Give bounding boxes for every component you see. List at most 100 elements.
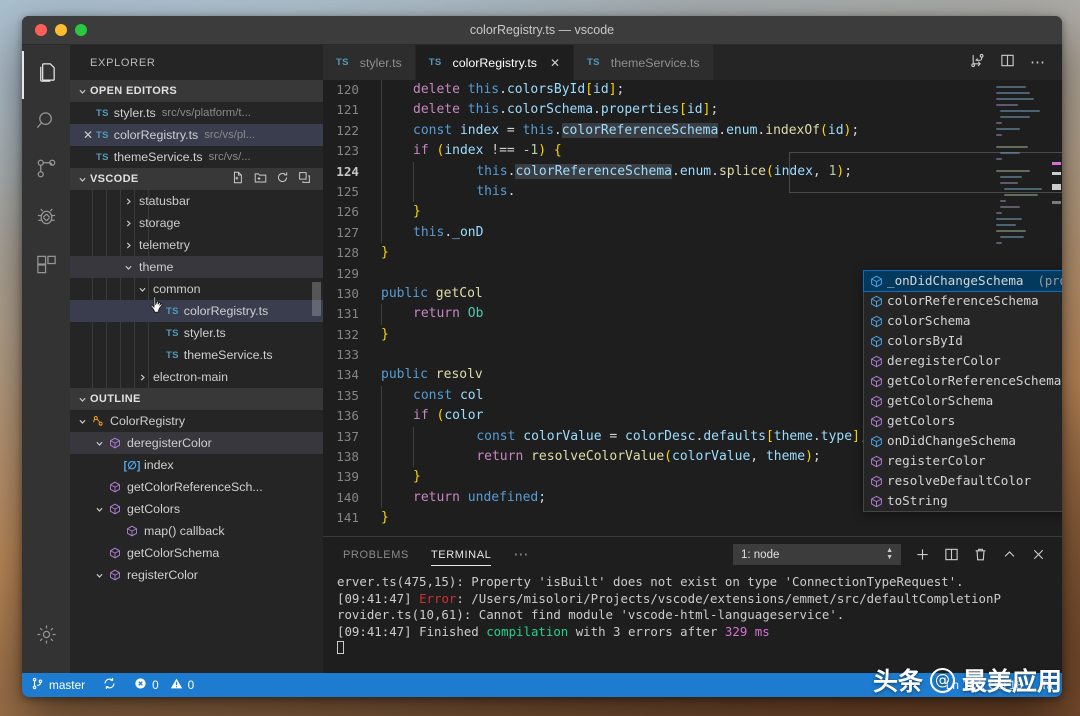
chevron-right-icon[interactable] — [134, 369, 150, 385]
chevron-right-icon[interactable] — [120, 215, 136, 231]
suggest-item[interactable]: toString — [864, 491, 1062, 511]
terminal-text: Error — [419, 590, 457, 606]
suggest-item[interactable]: colorReferenceSchema — [864, 291, 1062, 311]
outline-item[interactable]: getColors — [70, 498, 323, 520]
outline-item[interactable]: getColorReferenceSch... — [70, 476, 323, 498]
activitybar-item-debug[interactable] — [22, 195, 70, 243]
minimize-window-button[interactable] — [55, 24, 67, 36]
tree-folder-item[interactable]: storage — [70, 212, 323, 234]
tree-file-item[interactable]: TS colorRegistry.ts — [70, 300, 323, 322]
terminal-output[interactable]: erver.ts(475,15): Property 'isBuilt' doe… — [323, 572, 1062, 673]
outline-item[interactable]: deregisterColor — [70, 432, 323, 454]
code-text: this._onD — [381, 222, 483, 244]
open-editor-item[interactable]: TS styler.ts src/vs/platform/t... — [70, 102, 323, 124]
editor-tab[interactable]: TS styler.ts — [323, 45, 416, 80]
suggest-item[interactable]: getColorReferenceSchema — [864, 371, 1062, 391]
watermark-circle: @ — [929, 667, 955, 693]
panel-tab[interactable]: PROBLEMS — [343, 537, 409, 572]
activitybar-item-search[interactable] — [22, 99, 70, 147]
indent-guide — [413, 161, 414, 182]
method-symbol-icon — [870, 375, 887, 388]
suggest-widget[interactable]: _onDidChangeSchema (property) ColorRegist… — [863, 270, 1062, 512]
outline-item[interactable]: getColorSchema — [70, 542, 323, 564]
code-text: delete this.colorsById[id]; — [381, 80, 624, 101]
kill-terminal-icon[interactable] — [973, 547, 988, 562]
split-diff-icon[interactable] — [970, 53, 985, 73]
status-sync[interactable] — [94, 673, 125, 697]
new-file-icon[interactable] — [232, 171, 245, 187]
editor-tab[interactable]: TS colorRegistry.ts ✕ — [415, 45, 575, 80]
chevron-down-icon[interactable] — [120, 259, 136, 275]
chevron-down-icon[interactable] — [74, 413, 90, 429]
indent-guide — [381, 304, 382, 325]
close-window-button[interactable] — [35, 24, 47, 36]
new-folder-icon[interactable] — [254, 171, 267, 187]
suggest-item[interactable]: registerColor — [864, 451, 1062, 471]
tree-folder-item[interactable]: telemetry — [70, 234, 323, 256]
chevron-down-icon[interactable] — [91, 501, 107, 517]
suggest-item[interactable]: deregisterColor — [864, 351, 1062, 371]
suggest-item[interactable]: colorsById — [864, 331, 1062, 351]
code-line: 127 this._onD — [323, 222, 1062, 244]
close-icon[interactable]: ✕ — [550, 56, 560, 70]
close-icon[interactable]: ✕ — [80, 128, 96, 142]
open-editors-header[interactable]: OPEN EDITORS — [70, 80, 323, 102]
collapse-all-icon[interactable] — [298, 171, 311, 187]
suggest-item[interactable]: _onDidChangeSchema (property) ColorRegist… — [863, 270, 1062, 292]
tree-scrollbar[interactable] — [312, 282, 321, 316]
open-editor-item[interactable]: TS themeService.ts src/vs/... — [70, 146, 323, 168]
tree-folder-item[interactable]: theme — [70, 256, 323, 278]
activitybar-item-extensions[interactable] — [22, 243, 70, 291]
suggest-item-label: colorsById — [887, 332, 963, 348]
suggest-item[interactable]: resolveDefaultColor — [864, 471, 1062, 491]
suggest-item[interactable]: onDidChangeSchema — [864, 431, 1062, 451]
split-terminal-icon[interactable] — [944, 547, 959, 562]
editor-actions: ⋯ — [954, 45, 1062, 80]
editor-tab[interactable]: TS themeService.ts — [574, 45, 714, 80]
refresh-icon[interactable] — [276, 171, 289, 187]
outline-item[interactable]: registerColor — [70, 564, 323, 586]
editor-tab-label: themeService.ts — [610, 55, 700, 70]
chevron-down-icon[interactable] — [91, 435, 107, 451]
file-tree: statusbar storage telemetry theme common TS co… — [70, 190, 323, 388]
tree-file-item[interactable]: TS styler.ts — [70, 322, 323, 344]
suggest-item[interactable]: getColorSchema — [864, 391, 1062, 411]
add-terminal-icon[interactable] — [915, 547, 930, 562]
suggest-item-label: toString — [887, 492, 948, 508]
code-editor[interactable]: 120 delete this.colorsById[id]; 121 delete … — [323, 80, 1062, 536]
activitybar-item-settings[interactable] — [22, 613, 70, 661]
outline-item[interactable]: ColorRegistry — [70, 410, 323, 432]
panel-tab[interactable]: TERMINAL — [430, 537, 492, 572]
chevron-right-icon[interactable] — [120, 193, 136, 209]
tree-folder-item[interactable]: statusbar — [70, 190, 323, 212]
indent-guide — [381, 80, 382, 101]
more-actions-icon[interactable]: ⋯ — [1030, 55, 1046, 70]
minimap-line — [1000, 206, 1020, 208]
maximize-window-button[interactable] — [75, 24, 87, 36]
tree-folder-item[interactable]: common — [70, 278, 323, 300]
close-panel-icon[interactable] — [1031, 547, 1046, 562]
status-branch[interactable]: master — [22, 673, 94, 697]
suggest-item[interactable]: colorSchema — [864, 311, 1062, 331]
workspace-header[interactable]: VSCODE — [70, 168, 323, 190]
outline-item[interactable]: [∅] index — [70, 454, 323, 476]
tree-folder-item[interactable]: electron-main — [70, 366, 323, 388]
open-editor-item[interactable]: ✕ TS colorRegistry.ts src/vs/pl... — [70, 124, 323, 146]
outline-item[interactable]: map() callback — [70, 520, 323, 542]
terminal-select[interactable]: 1: node ▲ ▼ — [733, 544, 901, 565]
split-editor-icon[interactable] — [1000, 53, 1015, 73]
activitybar-item-explorer[interactable] — [22, 51, 70, 99]
suggest-item[interactable]: getColors — [864, 411, 1062, 431]
watermark-right: 最美应用 — [961, 667, 1062, 696]
activitybar-item-source-control[interactable] — [22, 147, 70, 195]
panel-more-icon[interactable]: ⋯ — [513, 547, 529, 562]
tree-item-label: colorRegistry.ts — [183, 304, 269, 318]
outline-header[interactable]: OUTLINE — [70, 388, 323, 410]
property-symbol-icon — [870, 435, 887, 448]
maximize-panel-icon[interactable] — [1002, 547, 1017, 562]
chevron-right-icon[interactable] — [120, 237, 136, 253]
tree-file-item[interactable]: TS themeService.ts — [70, 344, 323, 366]
status-problems[interactable]: 0 0 — [125, 673, 203, 697]
debug-icon — [35, 205, 58, 233]
chevron-down-icon[interactable] — [91, 567, 107, 583]
